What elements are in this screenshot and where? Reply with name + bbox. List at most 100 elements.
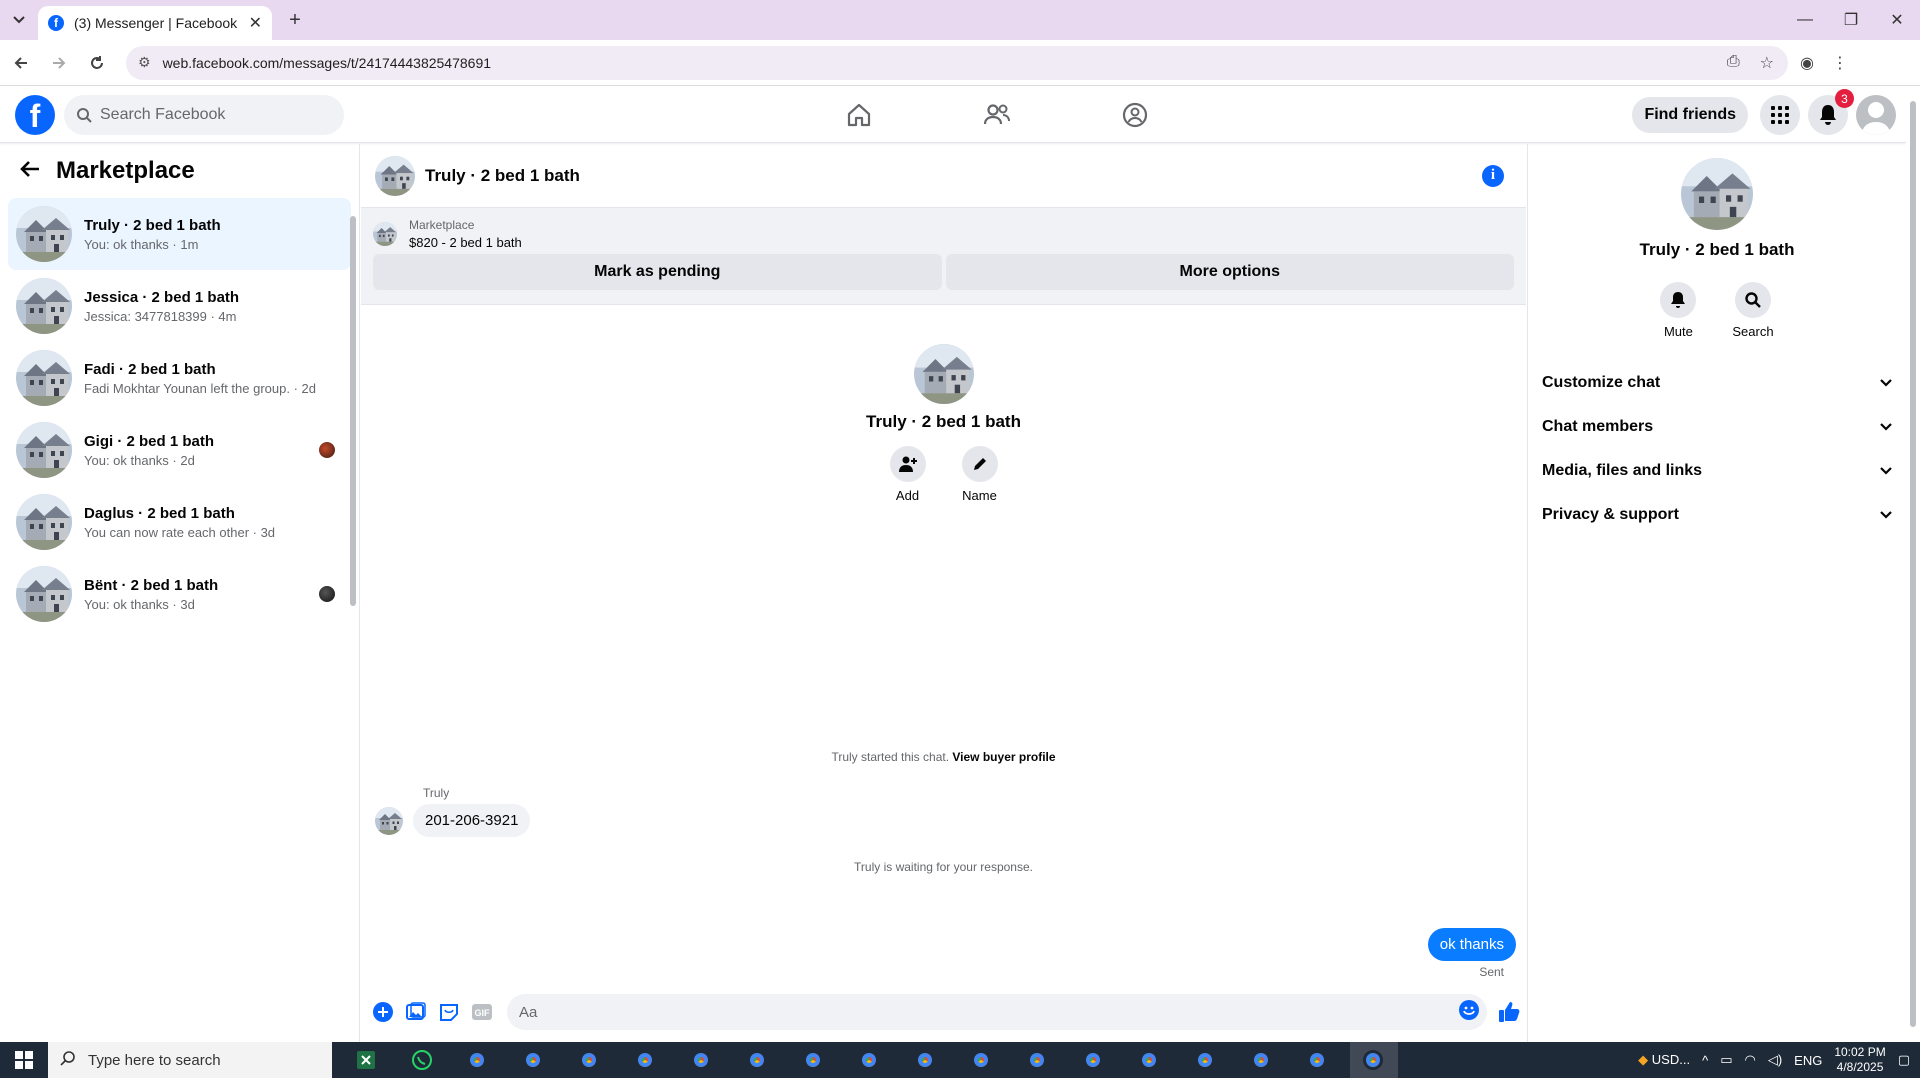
chrome-window[interactable] (1014, 1042, 1062, 1078)
section-privacy-support[interactable]: Privacy & support (1542, 493, 1892, 537)
mute-button[interactable]: Mute (1660, 282, 1697, 339)
facebook-logo[interactable]: f (15, 95, 55, 135)
chat-thumbnail[interactable] (375, 156, 415, 196)
tab-close-icon[interactable]: ✕ (249, 13, 262, 33)
view-buyer-profile-link[interactable]: View buyer profile (952, 750, 1055, 764)
conversation-item[interactable]: Bënt · 2 bed 1 bath You: ok thanks · 3d (8, 558, 351, 630)
chat-title[interactable]: Truly · 2 bed 1 bath (425, 166, 1482, 186)
back-arrow-icon[interactable] (20, 157, 40, 185)
chrome-window[interactable] (734, 1042, 782, 1078)
friends-icon (983, 104, 1010, 125)
menu-button[interactable] (1760, 95, 1800, 135)
chrome-window[interactable] (454, 1042, 502, 1078)
find-friends-button[interactable]: Find friends (1632, 97, 1748, 133)
chrome-window[interactable] (1238, 1042, 1286, 1078)
like-button[interactable] (1493, 996, 1525, 1028)
taskbar-search[interactable]: Type here to search (48, 1042, 332, 1078)
whatsapp-app[interactable] (398, 1042, 446, 1078)
install-app-icon[interactable]: ⎙ (1727, 53, 1740, 73)
minimize-icon[interactable]: — (1782, 0, 1828, 40)
excel-app[interactable] (342, 1042, 390, 1078)
nav-home[interactable] (790, 87, 928, 143)
account-avatar[interactable] (1856, 95, 1896, 135)
conversation-item[interactable]: Fadi · 2 bed 1 bath Fadi Mokhtar Younan … (8, 342, 351, 414)
chrome-window[interactable] (790, 1042, 838, 1078)
chrome-window[interactable] (1070, 1042, 1118, 1078)
chrome-icon (467, 1050, 487, 1070)
message-composer: GIF Aa (361, 990, 1526, 1034)
mark-as-pending-button[interactable]: Mark as pending (373, 254, 942, 290)
chrome-window[interactable] (622, 1042, 670, 1078)
section-chat-members[interactable]: Chat members (1542, 405, 1892, 449)
browser-menu-icon[interactable]: ⋮ (1832, 53, 1848, 73)
emoji-button[interactable] (1459, 1000, 1479, 1024)
window-controls: — ❐ ✕ (1782, 0, 1920, 40)
start-button[interactable] (0, 1042, 48, 1078)
conversation-list-scrollbar[interactable] (349, 194, 357, 614)
chrome-window[interactable] (1126, 1042, 1174, 1078)
notifications-button[interactable]: 3 (1808, 89, 1854, 135)
taskbar-clock[interactable]: 10:02 PM 4/8/2025 (1834, 1045, 1885, 1075)
currency-widget[interactable]: ◆ USD... (1638, 1052, 1690, 1068)
chrome-window[interactable] (846, 1042, 894, 1078)
conversation-item[interactable]: Gigi · 2 bed 1 bath You: ok thanks · 2d (8, 414, 351, 486)
conversation-item[interactable]: Daglus · 2 bed 1 bath You can now rate e… (8, 486, 351, 558)
section-customize-chat[interactable]: Customize chat (1542, 361, 1892, 405)
bookmark-star-icon[interactable]: ☆ (1760, 53, 1774, 73)
tray-expand-icon[interactable]: ^ (1702, 1053, 1708, 1068)
forward-button[interactable] (42, 46, 76, 80)
gif-button[interactable]: GIF (466, 996, 498, 1028)
language-indicator[interactable]: ENG (1794, 1053, 1822, 1068)
address-bar[interactable]: ⚙ web.facebook.com/messages/t/2417444382… (126, 45, 1788, 80)
profile-icon[interactable]: ◉ (1800, 53, 1814, 73)
attach-photo-button[interactable] (400, 996, 432, 1028)
chrome-window[interactable] (678, 1042, 726, 1078)
nav-friends[interactable] (928, 87, 1066, 143)
restore-icon[interactable]: ❐ (1828, 0, 1874, 40)
chrome-window[interactable] (1294, 1042, 1342, 1078)
info-icon[interactable]: i (1482, 164, 1504, 187)
more-options-button[interactable]: More options (945, 254, 1514, 290)
chrome-window[interactable] (1182, 1042, 1230, 1078)
incoming-message-bubble[interactable]: 201-206-3921 (413, 804, 531, 837)
sender-avatar[interactable] (375, 807, 403, 835)
wifi-icon[interactable]: ◠ (1744, 1052, 1755, 1068)
chrome-icon (1195, 1050, 1215, 1070)
back-button[interactable] (4, 46, 38, 80)
page-scrollbar-thumb[interactable] (1910, 101, 1916, 1027)
mute-label: Mute (1663, 324, 1693, 339)
site-settings-icon[interactable]: ⚙ (138, 54, 151, 71)
browser-tab-messenger[interactable]: f (3) Messenger | Facebook ✕ (38, 6, 272, 40)
reload-button[interactable] (80, 46, 114, 80)
outgoing-message-bubble[interactable]: ok thanks (1427, 928, 1516, 961)
more-actions-button[interactable] (367, 996, 399, 1028)
section-media-files-links[interactable]: Media, files and links (1542, 449, 1892, 493)
add-people-button[interactable]: Add (889, 446, 926, 503)
nav-groups[interactable] (1066, 87, 1204, 143)
chrome-icon (1251, 1050, 1271, 1070)
conversation-item[interactable]: Truly · 2 bed 1 bath You: ok thanks · 1m (8, 198, 351, 270)
page-scrollbar[interactable] (1906, 87, 1920, 1042)
chrome-window[interactable] (566, 1042, 614, 1078)
chrome-window[interactable] (958, 1042, 1006, 1078)
sticker-button[interactable] (433, 996, 465, 1028)
battery-icon[interactable]: ▭ (1720, 1052, 1732, 1068)
facebook-search-input[interactable]: Search Facebook (64, 95, 344, 135)
search-in-chat-button[interactable]: Search (1732, 282, 1774, 339)
chrome-window[interactable] (902, 1042, 950, 1078)
chrome-window-active[interactable] (1350, 1042, 1398, 1078)
listing-summary[interactable]: Marketplace $820 - 2 bed 1 bath (373, 216, 1514, 252)
windows-logo-icon (15, 1051, 33, 1069)
tab-search-button[interactable] (0, 0, 38, 40)
conversation-preview: You can now rate each other · 3d (84, 524, 276, 540)
scrollbar-thumb[interactable] (350, 216, 356, 606)
chrome-icon (579, 1050, 599, 1070)
conversation-item[interactable]: Jessica · 2 bed 1 bath Jessica: 34778183… (8, 270, 351, 342)
notification-center-icon[interactable]: ▢ (1898, 1052, 1910, 1068)
window-close-icon[interactable]: ✕ (1874, 0, 1920, 40)
name-chat-button[interactable]: Name (961, 446, 998, 503)
volume-icon[interactable]: ◁) (1768, 1052, 1782, 1068)
new-tab-button[interactable]: + (278, 3, 312, 37)
chrome-window[interactable] (510, 1042, 558, 1078)
message-input[interactable]: Aa (507, 994, 1487, 1030)
